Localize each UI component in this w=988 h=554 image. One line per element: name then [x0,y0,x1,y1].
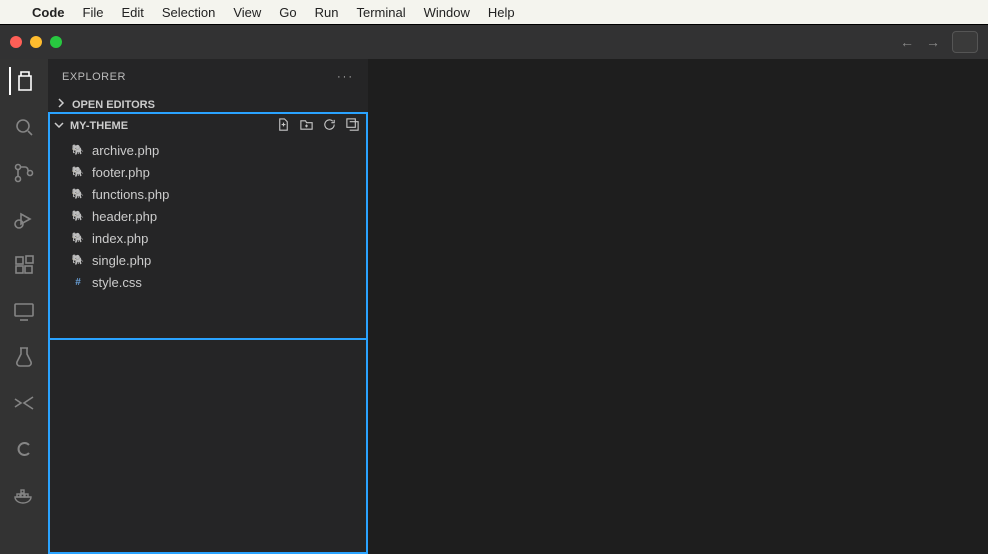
css-file-icon: # [70,274,86,290]
mac-menubar: Code File Edit Selection View Go Run Ter… [0,0,988,24]
new-file-icon[interactable] [276,117,291,135]
file-item[interactable]: # style.css [48,271,368,293]
file-list: 🐘 archive.php 🐘 footer.php 🐘 functions.p… [48,137,368,295]
open-editors-label: OPEN EDITORS [72,99,155,111]
titlebar: ← → [0,25,988,59]
file-name: single.php [92,253,151,268]
activity-search-icon[interactable] [10,113,38,141]
folder-name: MY-THEME [70,120,128,132]
menu-view[interactable]: View [233,5,261,20]
app-name[interactable]: Code [32,5,65,20]
chevron-down-icon [54,120,66,133]
activity-vs-icon[interactable] [10,389,38,417]
annotation-highlight-box [48,340,368,554]
activity-testing-icon[interactable] [10,343,38,371]
folder-actions [276,117,360,135]
file-item[interactable]: 🐘 functions.php [48,183,368,205]
activity-source-control-icon[interactable] [10,159,38,187]
menu-selection[interactable]: Selection [162,5,215,20]
folder-section[interactable]: MY-THEME [48,115,368,137]
open-editors-section[interactable]: OPEN EDITORS [48,94,368,115]
file-item[interactable]: 🐘 footer.php [48,161,368,183]
file-item[interactable]: 🐘 header.php [48,205,368,227]
php-file-icon: 🐘 [70,230,86,246]
explorer-sidebar: EXPLORER ··· OPEN EDITORS MY-THEME [48,59,368,554]
close-window-icon[interactable] [10,36,22,48]
explorer-more-icon[interactable]: ··· [337,71,354,83]
file-item[interactable]: 🐘 single.php [48,249,368,271]
menu-window[interactable]: Window [424,5,470,20]
php-file-icon: 🐘 [70,142,86,158]
menu-terminal[interactable]: Terminal [357,5,406,20]
activity-c-icon[interactable] [10,435,38,463]
activity-bar [0,59,48,554]
menu-run[interactable]: Run [315,5,339,20]
activity-extensions-icon[interactable] [10,251,38,279]
explorer-header: EXPLORER ··· [48,59,368,94]
file-name: header.php [92,209,157,224]
activity-docker-icon[interactable] [10,481,38,509]
activity-remote-icon[interactable] [10,297,38,325]
vscode-window: ← → [0,24,988,554]
file-name: archive.php [92,143,159,158]
php-file-icon: 🐘 [70,252,86,268]
file-name: style.css [92,275,142,290]
menu-help[interactable]: Help [488,5,515,20]
titlebar-right: ← → [900,31,978,53]
chevron-right-icon [56,98,68,111]
new-folder-icon[interactable] [299,117,314,135]
refresh-icon[interactable] [322,117,337,135]
php-file-icon: 🐘 [70,164,86,180]
nav-back-icon[interactable]: ← [900,34,914,50]
command-center-input[interactable] [952,31,978,53]
collapse-icon[interactable] [345,117,360,135]
file-name: footer.php [92,165,150,180]
php-file-icon: 🐘 [70,186,86,202]
file-item[interactable]: 🐘 index.php [48,227,368,249]
zoom-window-icon[interactable] [50,36,62,48]
explorer-title: EXPLORER [62,71,126,83]
file-name: functions.php [92,187,169,202]
nav-forward-icon[interactable]: → [926,34,940,50]
menu-edit[interactable]: Edit [121,5,143,20]
main-area: EXPLORER ··· OPEN EDITORS MY-THEME [0,59,988,554]
file-name: index.php [92,231,148,246]
activity-explorer-icon[interactable] [9,67,37,95]
php-file-icon: 🐘 [70,208,86,224]
menu-file[interactable]: File [83,5,104,20]
editor-area[interactable] [368,59,988,554]
file-item[interactable]: 🐘 archive.php [48,139,368,161]
traffic-lights [10,36,62,48]
minimize-window-icon[interactable] [30,36,42,48]
menu-go[interactable]: Go [279,5,296,20]
activity-debug-icon[interactable] [10,205,38,233]
